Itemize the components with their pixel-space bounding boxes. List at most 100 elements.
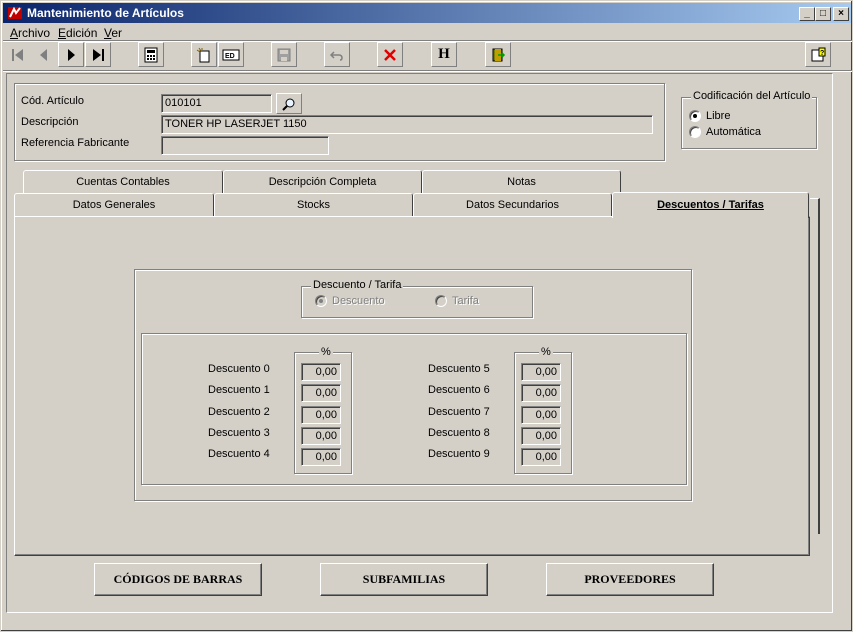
undo-button[interactable]: [324, 42, 350, 67]
next-record-button[interactable]: [58, 42, 84, 67]
close-button[interactable]: ×: [833, 7, 849, 21]
save-icon: [277, 48, 291, 61]
maximize-button[interactable]: □: [815, 7, 831, 21]
history-button[interactable]: H: [431, 42, 457, 67]
undo-icon: [329, 50, 343, 61]
libre-radio[interactable]: [689, 110, 701, 122]
help-icon: ?: [811, 47, 826, 61]
svg-text:ED: ED: [225, 53, 235, 60]
menu-edicion-rest: dición: [66, 26, 98, 40]
menu-ver-rest: er: [111, 26, 123, 40]
referencia-field[interactable]: [161, 136, 329, 155]
maximize-icon: □: [819, 8, 827, 19]
exit-icon: [492, 48, 506, 61]
main-window: Mantenimiento de Artículos _ □ × Archivo…: [0, 0, 853, 632]
descuento-radio[interactable]: [315, 295, 327, 307]
descripcion-field[interactable]: TONER HP LASERJET 1150: [161, 115, 653, 134]
tab-datos-secundarios[interactable]: Datos Secundarios: [413, 193, 612, 217]
descuento-1-label: Descuento 1: [208, 384, 270, 396]
window-title: Mantenimiento de Artículos: [27, 6, 184, 20]
tarifa-radio-label[interactable]: Tarifa: [452, 295, 479, 307]
previous-record-button[interactable]: [32, 42, 56, 67]
search-article-button[interactable]: [276, 93, 302, 114]
new-record-button[interactable]: [191, 42, 217, 67]
help-button[interactable]: ?: [805, 42, 831, 67]
descuento-9-label: Descuento 9: [428, 448, 490, 460]
edit-record-icon: ED: [222, 49, 240, 60]
descuento-2-field[interactable]: 0,00: [301, 406, 341, 424]
tab-descuentos-tarifas[interactable]: Descuentos / Tarifas: [612, 192, 809, 218]
calculator-button[interactable]: [138, 42, 164, 67]
codigos-de-barras-button[interactable]: CÓDIGOS DE BARRAS: [94, 563, 262, 596]
menu-ver[interactable]: Ver: [104, 26, 122, 40]
previous-record-icon: [40, 48, 47, 61]
libre-label[interactable]: Libre: [706, 110, 730, 122]
right-percent-header: %: [539, 346, 553, 358]
minimize-icon: _: [804, 8, 810, 19]
toolbar-top-divider: [3, 40, 852, 42]
descuento-7-label: Descuento 7: [428, 406, 490, 418]
close-icon: ×: [838, 8, 844, 19]
next-record-icon: [68, 48, 75, 61]
last-record-icon: [93, 48, 104, 61]
first-record-icon: [12, 48, 23, 61]
descuento-4-label: Descuento 4: [208, 448, 270, 460]
descuento-4-field[interactable]: 0,00: [301, 448, 341, 466]
title-bar[interactable]: Mantenimiento de Artículos _ □ ×: [3, 3, 851, 23]
descuento-0-label: Descuento 0: [208, 363, 270, 375]
descuento-7-field[interactable]: 0,00: [521, 406, 561, 424]
tab-stack-edge: [810, 198, 820, 534]
delete-button[interactable]: [377, 42, 403, 67]
svg-text:?: ?: [820, 50, 824, 57]
history-icon: H: [438, 46, 450, 62]
subfamilias-button[interactable]: SUBFAMILIAS: [320, 563, 488, 596]
calculator-icon: [144, 47, 158, 62]
codigo-field[interactable]: 010101: [161, 94, 272, 113]
descuento-5-label: Descuento 5: [428, 363, 490, 375]
descuento-9-field[interactable]: 0,00: [521, 448, 561, 466]
descripcion-label: Descripción: [21, 116, 79, 128]
descuento-6-field[interactable]: 0,00: [521, 384, 561, 402]
minimize-button[interactable]: _: [799, 7, 815, 21]
tab-stocks[interactable]: Stocks: [214, 193, 413, 217]
menu-archivo-rest: rchivo: [18, 26, 51, 40]
descuento-8-field[interactable]: 0,00: [521, 427, 561, 445]
descuento-1-field[interactable]: 0,00: [301, 384, 341, 402]
left-percent-header: %: [319, 346, 333, 358]
descuento-6-label: Descuento 6: [428, 384, 490, 396]
first-record-button[interactable]: [6, 42, 30, 67]
proveedores-button[interactable]: PROVEEDORES: [546, 563, 714, 596]
menu-archivo-hotkey: A: [10, 26, 19, 40]
codificacion-group: [681, 97, 817, 149]
last-record-button[interactable]: [85, 42, 111, 67]
referencia-label: Referencia Fabricante: [21, 137, 130, 149]
descuento-2-label: Descuento 2: [208, 406, 270, 418]
codificacion-title: Codificación del Artículo: [691, 90, 813, 102]
tab-cuentas-contables[interactable]: Cuentas Contables: [23, 170, 223, 194]
automatica-radio[interactable]: [689, 126, 701, 138]
tab-descripcion-completa[interactable]: Descripción Completa: [223, 170, 422, 194]
descuento-3-field[interactable]: 0,00: [301, 427, 341, 445]
search-icon: [282, 98, 295, 111]
descuento-8-label: Descuento 8: [428, 427, 490, 439]
automatica-label[interactable]: Automática: [706, 126, 761, 138]
app-icon: [8, 6, 22, 19]
exit-button[interactable]: [485, 42, 511, 67]
delete-icon: [384, 48, 396, 61]
tab-datos-generales[interactable]: Datos Generales: [14, 193, 214, 217]
new-record-icon: [196, 47, 210, 62]
tab-notas[interactable]: Notas: [422, 170, 621, 194]
descuento-5-field[interactable]: 0,00: [521, 363, 561, 381]
menu-edicion[interactable]: Edición: [58, 26, 97, 40]
left-percent-box: % 0,00 0,00 0,00 0,00 0,00: [294, 346, 352, 474]
save-button[interactable]: [271, 42, 297, 67]
descuento-3-label: Descuento 3: [208, 427, 270, 439]
toolbar-bottom-divider: [3, 70, 852, 72]
descuento-0-field[interactable]: 0,00: [301, 363, 341, 381]
menu-archivo[interactable]: Archivo: [10, 26, 50, 40]
tarifa-radio[interactable]: [435, 295, 447, 307]
tipo-title: Descuento / Tarifa: [311, 279, 404, 291]
descuento-radio-label[interactable]: Descuento: [332, 295, 385, 307]
edit-record-button[interactable]: ED: [218, 42, 244, 67]
menu-edicion-hotkey: E: [58, 26, 67, 40]
